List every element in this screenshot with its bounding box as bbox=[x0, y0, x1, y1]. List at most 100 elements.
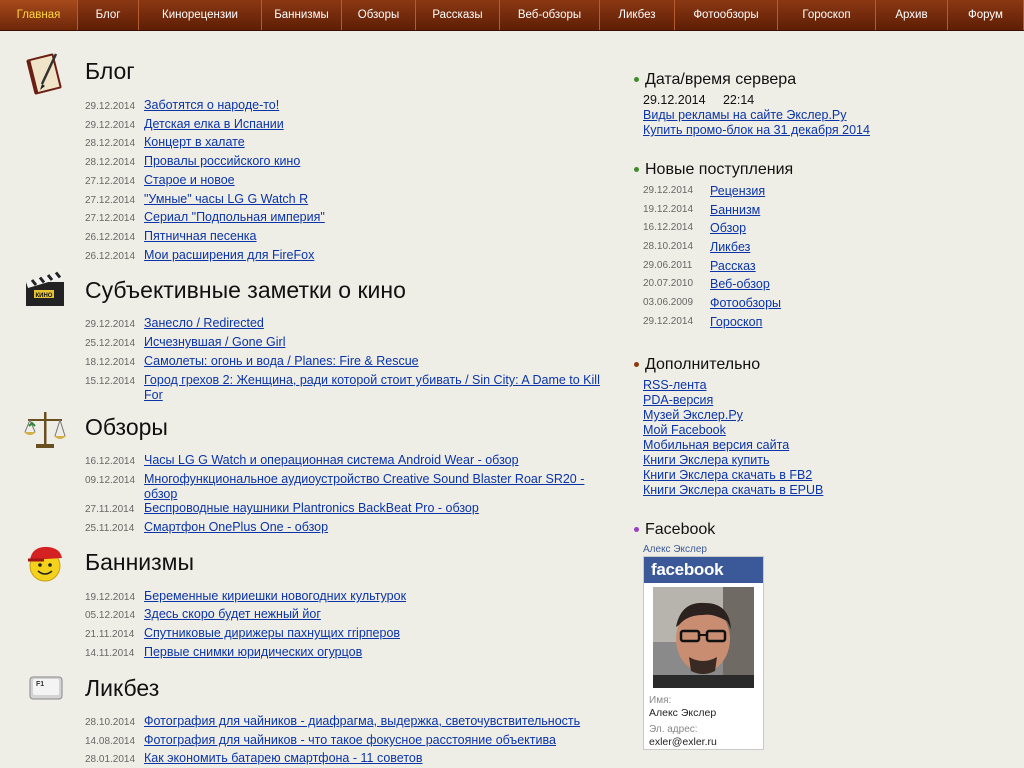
item-link[interactable]: Спутниковые дирижеры пахнущих гripперов bbox=[144, 626, 610, 641]
item-link[interactable]: Первые снимки юридических огурцов bbox=[144, 645, 610, 660]
list-item: 27.12.2014 "Умные" часы LG G Watch R bbox=[85, 192, 610, 207]
new-arrival-link[interactable]: Веб-обзор bbox=[710, 277, 770, 291]
extra-link[interactable]: RSS-лента bbox=[643, 378, 823, 393]
svg-text:F1: F1 bbox=[36, 681, 44, 688]
extra-links: RSS-лента PDA-версия Музей Экслер.Ру Мой Fa… bbox=[643, 378, 823, 498]
new-arrival-link[interactable]: Фотообзоры bbox=[710, 296, 781, 310]
extra-link[interactable]: Мобильная версия сайта bbox=[643, 438, 823, 453]
item-date: 20.07.2010 bbox=[643, 278, 694, 289]
list-item: 26.12.2014 Пятничная песенка bbox=[85, 229, 610, 244]
item-link[interactable]: Смартфон OnePlus One - обзор bbox=[144, 520, 610, 535]
section-title: Баннизмы bbox=[85, 549, 195, 575]
bullet-icon bbox=[634, 362, 639, 368]
list-item: 28.01.2014 Как экономить батарею смартфон… bbox=[85, 751, 610, 766]
facebook-logo: facebook bbox=[644, 557, 763, 583]
item-link[interactable]: Старое и новое bbox=[144, 173, 610, 188]
promo-block-link[interactable]: Купить промо-блок на 31 декабря 2014 bbox=[643, 123, 870, 137]
item-link[interactable]: "Умные" часы LG G Watch R bbox=[144, 192, 610, 207]
item-link[interactable]: Город грехов 2: Женщина, ради которой ст… bbox=[144, 373, 610, 403]
item-date: 27.12.2014 bbox=[85, 195, 136, 206]
item-link[interactable]: Фотография для чайников - что такое фоку… bbox=[144, 733, 610, 748]
fb-email-value: exler@exler.ru bbox=[649, 736, 717, 748]
item-date: 28.01.2014 bbox=[85, 754, 136, 765]
server-links: Виды рекламы на сайте Экслер.Ру Купить п… bbox=[643, 108, 870, 138]
item-link[interactable]: Как экономить батарею смартфона - 11 сов… bbox=[144, 751, 610, 766]
nav-item[interactable]: Форум bbox=[948, 0, 1024, 30]
book-pen-icon bbox=[26, 53, 62, 95]
list-item: 29.12.2014 Детская елка в Испании bbox=[85, 117, 610, 132]
item-date: 19.12.2014 bbox=[85, 592, 136, 603]
list-item: 25.12.2014 Исчезнувшая / Gone Girl bbox=[85, 335, 610, 350]
item-date: 18.12.2014 bbox=[85, 357, 136, 368]
new-arrival-link[interactable]: Гороскоп bbox=[710, 315, 762, 329]
item-link[interactable]: Заботятся о народе-то! bbox=[144, 98, 610, 113]
list-item: 26.12.2014 Мои расширения для FireFox bbox=[85, 248, 610, 263]
new-arrival-link[interactable]: Ликбез bbox=[710, 240, 750, 254]
bullet-icon bbox=[634, 527, 639, 533]
nav-item[interactable]: Главная bbox=[0, 0, 78, 30]
facebook-profile: Алекс Экслер bbox=[643, 542, 707, 557]
item-link[interactable]: Часы LG G Watch и операционная система A… bbox=[144, 453, 610, 468]
extra-link[interactable]: Книги Экслера скачать в EPUB bbox=[643, 483, 823, 498]
item-link[interactable]: Пятничная песенка bbox=[144, 229, 610, 244]
facebook-profile-link[interactable]: Алекс Экслер bbox=[643, 544, 707, 555]
extra-link[interactable]: PDA-версия bbox=[643, 393, 823, 408]
new-arrivals-heading: Новые поступления bbox=[634, 161, 793, 179]
extra-link[interactable]: Музей Экслер.Ру bbox=[643, 408, 823, 423]
smiley-cap-icon bbox=[28, 546, 62, 582]
list-item: 14.11.2014 Первые снимки юридических огур… bbox=[85, 645, 610, 660]
nav-item[interactable]: Рассказы bbox=[416, 0, 500, 30]
item-link[interactable]: Беспроводные наушники Plantronics BackBe… bbox=[144, 501, 610, 516]
list-item: 25.11.2014 Смартфон OnePlus One - обзор bbox=[85, 520, 610, 535]
extra-heading: Дополнительно bbox=[634, 356, 760, 374]
item-date: 14.11.2014 bbox=[85, 648, 135, 659]
nav-item[interactable]: Архив bbox=[876, 0, 948, 30]
fb-email-label: Эл. адрес: bbox=[649, 724, 698, 735]
nav-item[interactable]: Ликбез bbox=[600, 0, 675, 30]
extra-link[interactable]: Книги Экслера скачать в FB2 bbox=[643, 468, 823, 483]
item-link[interactable]: Беременные кириешки новогодних культурок bbox=[144, 589, 610, 604]
list-item: 09.12.2014 Многофункциональное аудиоустро… bbox=[85, 472, 610, 502]
server-time-heading: Дата/время сервера bbox=[634, 71, 796, 89]
nav-item[interactable]: Блог bbox=[78, 0, 139, 30]
item-link[interactable]: Исчезнувшая / Gone Girl bbox=[144, 335, 610, 350]
profile-photo bbox=[653, 587, 754, 688]
nav-item[interactable]: Обзоры bbox=[342, 0, 416, 30]
item-link[interactable]: Детская елка в Испании bbox=[144, 117, 610, 132]
item-date: 29.12.2014 bbox=[85, 101, 136, 112]
item-link[interactable]: Концерт в халате bbox=[144, 135, 610, 150]
item-date: 29.12.2014 bbox=[85, 319, 136, 330]
new-arrival-link[interactable]: Рассказ bbox=[710, 259, 756, 273]
new-arrival-link[interactable]: Рецензия bbox=[710, 184, 765, 198]
section-title: Ликбез bbox=[85, 675, 160, 701]
item-link[interactable]: Фотография для чайников - диафрагма, выд… bbox=[144, 714, 610, 729]
extra-link[interactable]: Мой Facebook bbox=[643, 423, 823, 438]
item-date: 27.12.2014 bbox=[85, 176, 136, 187]
item-date: 05.12.2014 bbox=[85, 610, 136, 621]
new-arrival-link[interactable]: Баннизм bbox=[710, 203, 760, 217]
item-link[interactable]: Самолеты: огонь и вода / Planes: Fire & … bbox=[144, 354, 610, 369]
new-arrival-link[interactable]: Обзор bbox=[710, 221, 746, 235]
list-item: 28.12.2014 Провалы российского кино bbox=[85, 154, 610, 169]
facebook-badge[interactable]: facebook Имя: Алекс Экслер Эл. адрес: ex… bbox=[643, 556, 764, 750]
item-link[interactable]: Многофункциональное аудиоустройство Crea… bbox=[144, 472, 610, 502]
item-date: 15.12.2014 bbox=[85, 376, 136, 387]
nav-item[interactable]: Кинорецензии bbox=[139, 0, 262, 30]
item-link[interactable]: Сериал "Подпольная империя" bbox=[144, 210, 610, 225]
nav-item[interactable]: Баннизмы bbox=[262, 0, 342, 30]
nav-item[interactable]: Веб-обзоры bbox=[500, 0, 600, 30]
item-link[interactable]: Провалы российского кино bbox=[144, 154, 610, 169]
nav-item[interactable]: Фотообзоры bbox=[675, 0, 778, 30]
nav-item[interactable]: Гороскоп bbox=[778, 0, 876, 30]
list-item: 29.12.2014 Занесло / Redirected bbox=[85, 316, 610, 331]
item-link[interactable]: Занесло / Redirected bbox=[144, 316, 610, 331]
fb-name-label: Имя: bbox=[649, 695, 672, 706]
item-date: 27.11.2014 bbox=[85, 504, 135, 515]
section-title: Субъективные заметки о кино bbox=[85, 277, 406, 303]
ad-types-link[interactable]: Виды рекламы на сайте Экслер.Ру bbox=[643, 108, 847, 122]
extra-link[interactable]: Книги Экслера купить bbox=[643, 453, 823, 468]
list-item: 27.12.2014 Сериал "Подпольная империя" bbox=[85, 210, 610, 225]
item-link[interactable]: Мои расширения для FireFox bbox=[144, 248, 610, 263]
list-item: 21.11.2014 Спутниковые дирижеры пахнущих … bbox=[85, 626, 610, 641]
item-link[interactable]: Здесь скоро будет нежный йог bbox=[144, 607, 610, 622]
